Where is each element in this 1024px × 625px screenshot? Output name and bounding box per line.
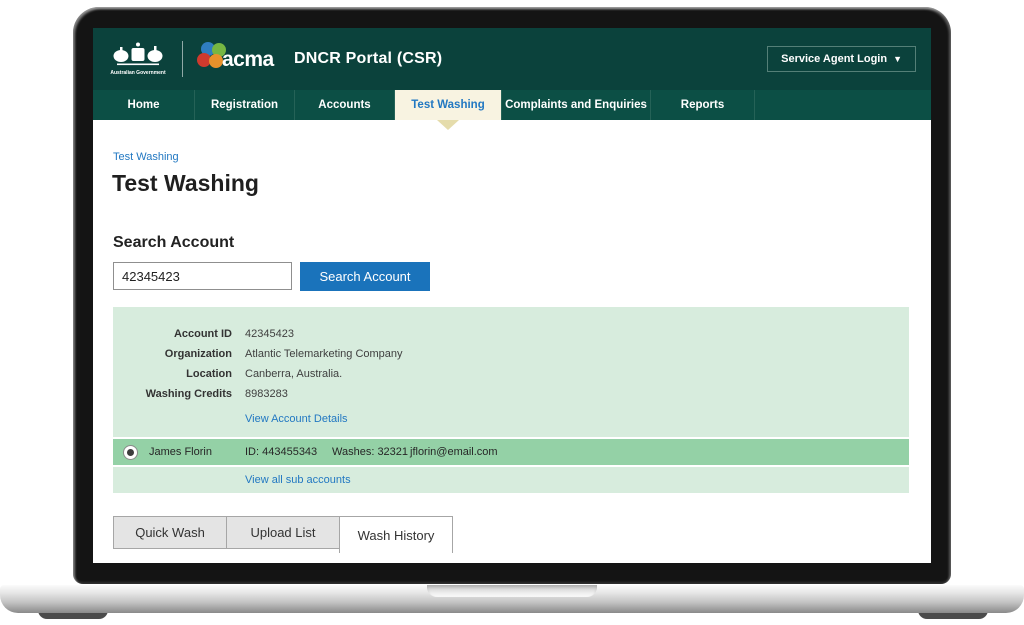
sub-account-name: James Florin: [149, 446, 245, 458]
detail-row: Location Canberra, Australia.: [113, 364, 909, 384]
page-content: Test Washing Test Washing Search Account…: [93, 120, 931, 563]
tab-quick-wash[interactable]: Quick Wash: [113, 516, 227, 549]
detail-value: 42345423: [245, 328, 294, 340]
view-account-details-link[interactable]: View Account Details: [245, 413, 348, 425]
detail-row: Washing Credits 8983283: [113, 384, 909, 404]
view-all-sub-accounts-row: View all sub accounts: [113, 467, 909, 493]
page-title: Test Washing: [112, 170, 259, 196]
portal-title: DNCR Portal (CSR): [294, 50, 442, 68]
nav-item-complaints-and-enquiries[interactable]: Complaints and Enquiries: [502, 90, 651, 120]
detail-label: Washing Credits: [113, 388, 232, 400]
view-all-sub-accounts-link[interactable]: View all sub accounts: [245, 474, 351, 486]
laptop-base-notch: [427, 585, 597, 597]
search-account-button[interactable]: Search Account: [300, 262, 430, 291]
detail-row: Organization Atlantic Telemarketing Comp…: [113, 344, 909, 364]
detail-row: Account ID 42345423: [113, 324, 909, 344]
detail-value: 8983283: [245, 388, 288, 400]
laptop-screen: Australian Government acma DNCR Portal (…: [93, 28, 931, 563]
australian-government-crest: Australian Government: [107, 42, 169, 76]
nav-item-home[interactable]: Home: [93, 90, 195, 120]
service-agent-login-label: Service Agent Login: [781, 53, 887, 65]
sub-account-radio[interactable]: [123, 445, 138, 460]
main-nav: Home Registration Accounts Test Washing …: [93, 90, 931, 120]
nav-item-label: Accounts: [318, 99, 370, 111]
search-account-input[interactable]: [113, 262, 292, 290]
nav-item-accounts[interactable]: Accounts: [295, 90, 395, 120]
tab-upload-list[interactable]: Upload List: [226, 516, 340, 549]
coat-of-arms-icon: [111, 42, 165, 68]
nav-item-test-washing[interactable]: Test Washing: [395, 90, 502, 120]
nav-item-label: Registration: [211, 99, 278, 111]
sub-account-row[interactable]: James Florin ID: 443455343 Washes: 32321…: [113, 439, 909, 465]
wash-tabs: Quick Wash Upload List Wash History: [113, 516, 452, 553]
account-results-panel: Account ID 42345423 Organization Atlanti…: [113, 307, 909, 493]
sub-account-email: jflorin@email.com: [410, 446, 498, 458]
sub-account-id: ID: 443455343: [245, 446, 332, 458]
header-divider: [182, 41, 183, 77]
search-account-heading: Search Account: [113, 234, 234, 252]
breadcrumb[interactable]: Test Washing: [113, 151, 179, 163]
sub-account-washes: Washes: 32321: [332, 446, 410, 458]
nav-item-label: Home: [128, 99, 160, 111]
crest-caption: Australian Government: [107, 70, 169, 76]
nav-item-label: Complaints and Enquiries: [505, 99, 647, 111]
service-agent-login-button[interactable]: Service Agent Login ▼: [767, 46, 916, 72]
detail-label: Organization: [113, 348, 232, 360]
account-details-section: Account ID 42345423 Organization Atlanti…: [113, 307, 909, 437]
acma-logo-circle-orange: [209, 54, 223, 68]
nav-item-label: Test Washing: [411, 99, 484, 111]
detail-value: Atlantic Telemarketing Company: [245, 348, 403, 360]
nav-item-label: Reports: [681, 99, 724, 111]
app-header: Australian Government acma DNCR Portal (…: [93, 28, 931, 90]
detail-label: Account ID: [113, 328, 232, 340]
detail-value: Canberra, Australia.: [245, 368, 342, 380]
nav-item-registration[interactable]: Registration: [195, 90, 295, 120]
page: Australian Government acma DNCR Portal (…: [0, 0, 1024, 625]
acma-logo-text: acma: [222, 48, 274, 72]
nav-item-reports[interactable]: Reports: [651, 90, 755, 120]
detail-label: Location: [113, 368, 232, 380]
caret-down-icon: ▼: [893, 54, 902, 64]
acma-logo: acma: [196, 42, 286, 76]
tab-wash-history[interactable]: Wash History: [339, 516, 453, 553]
